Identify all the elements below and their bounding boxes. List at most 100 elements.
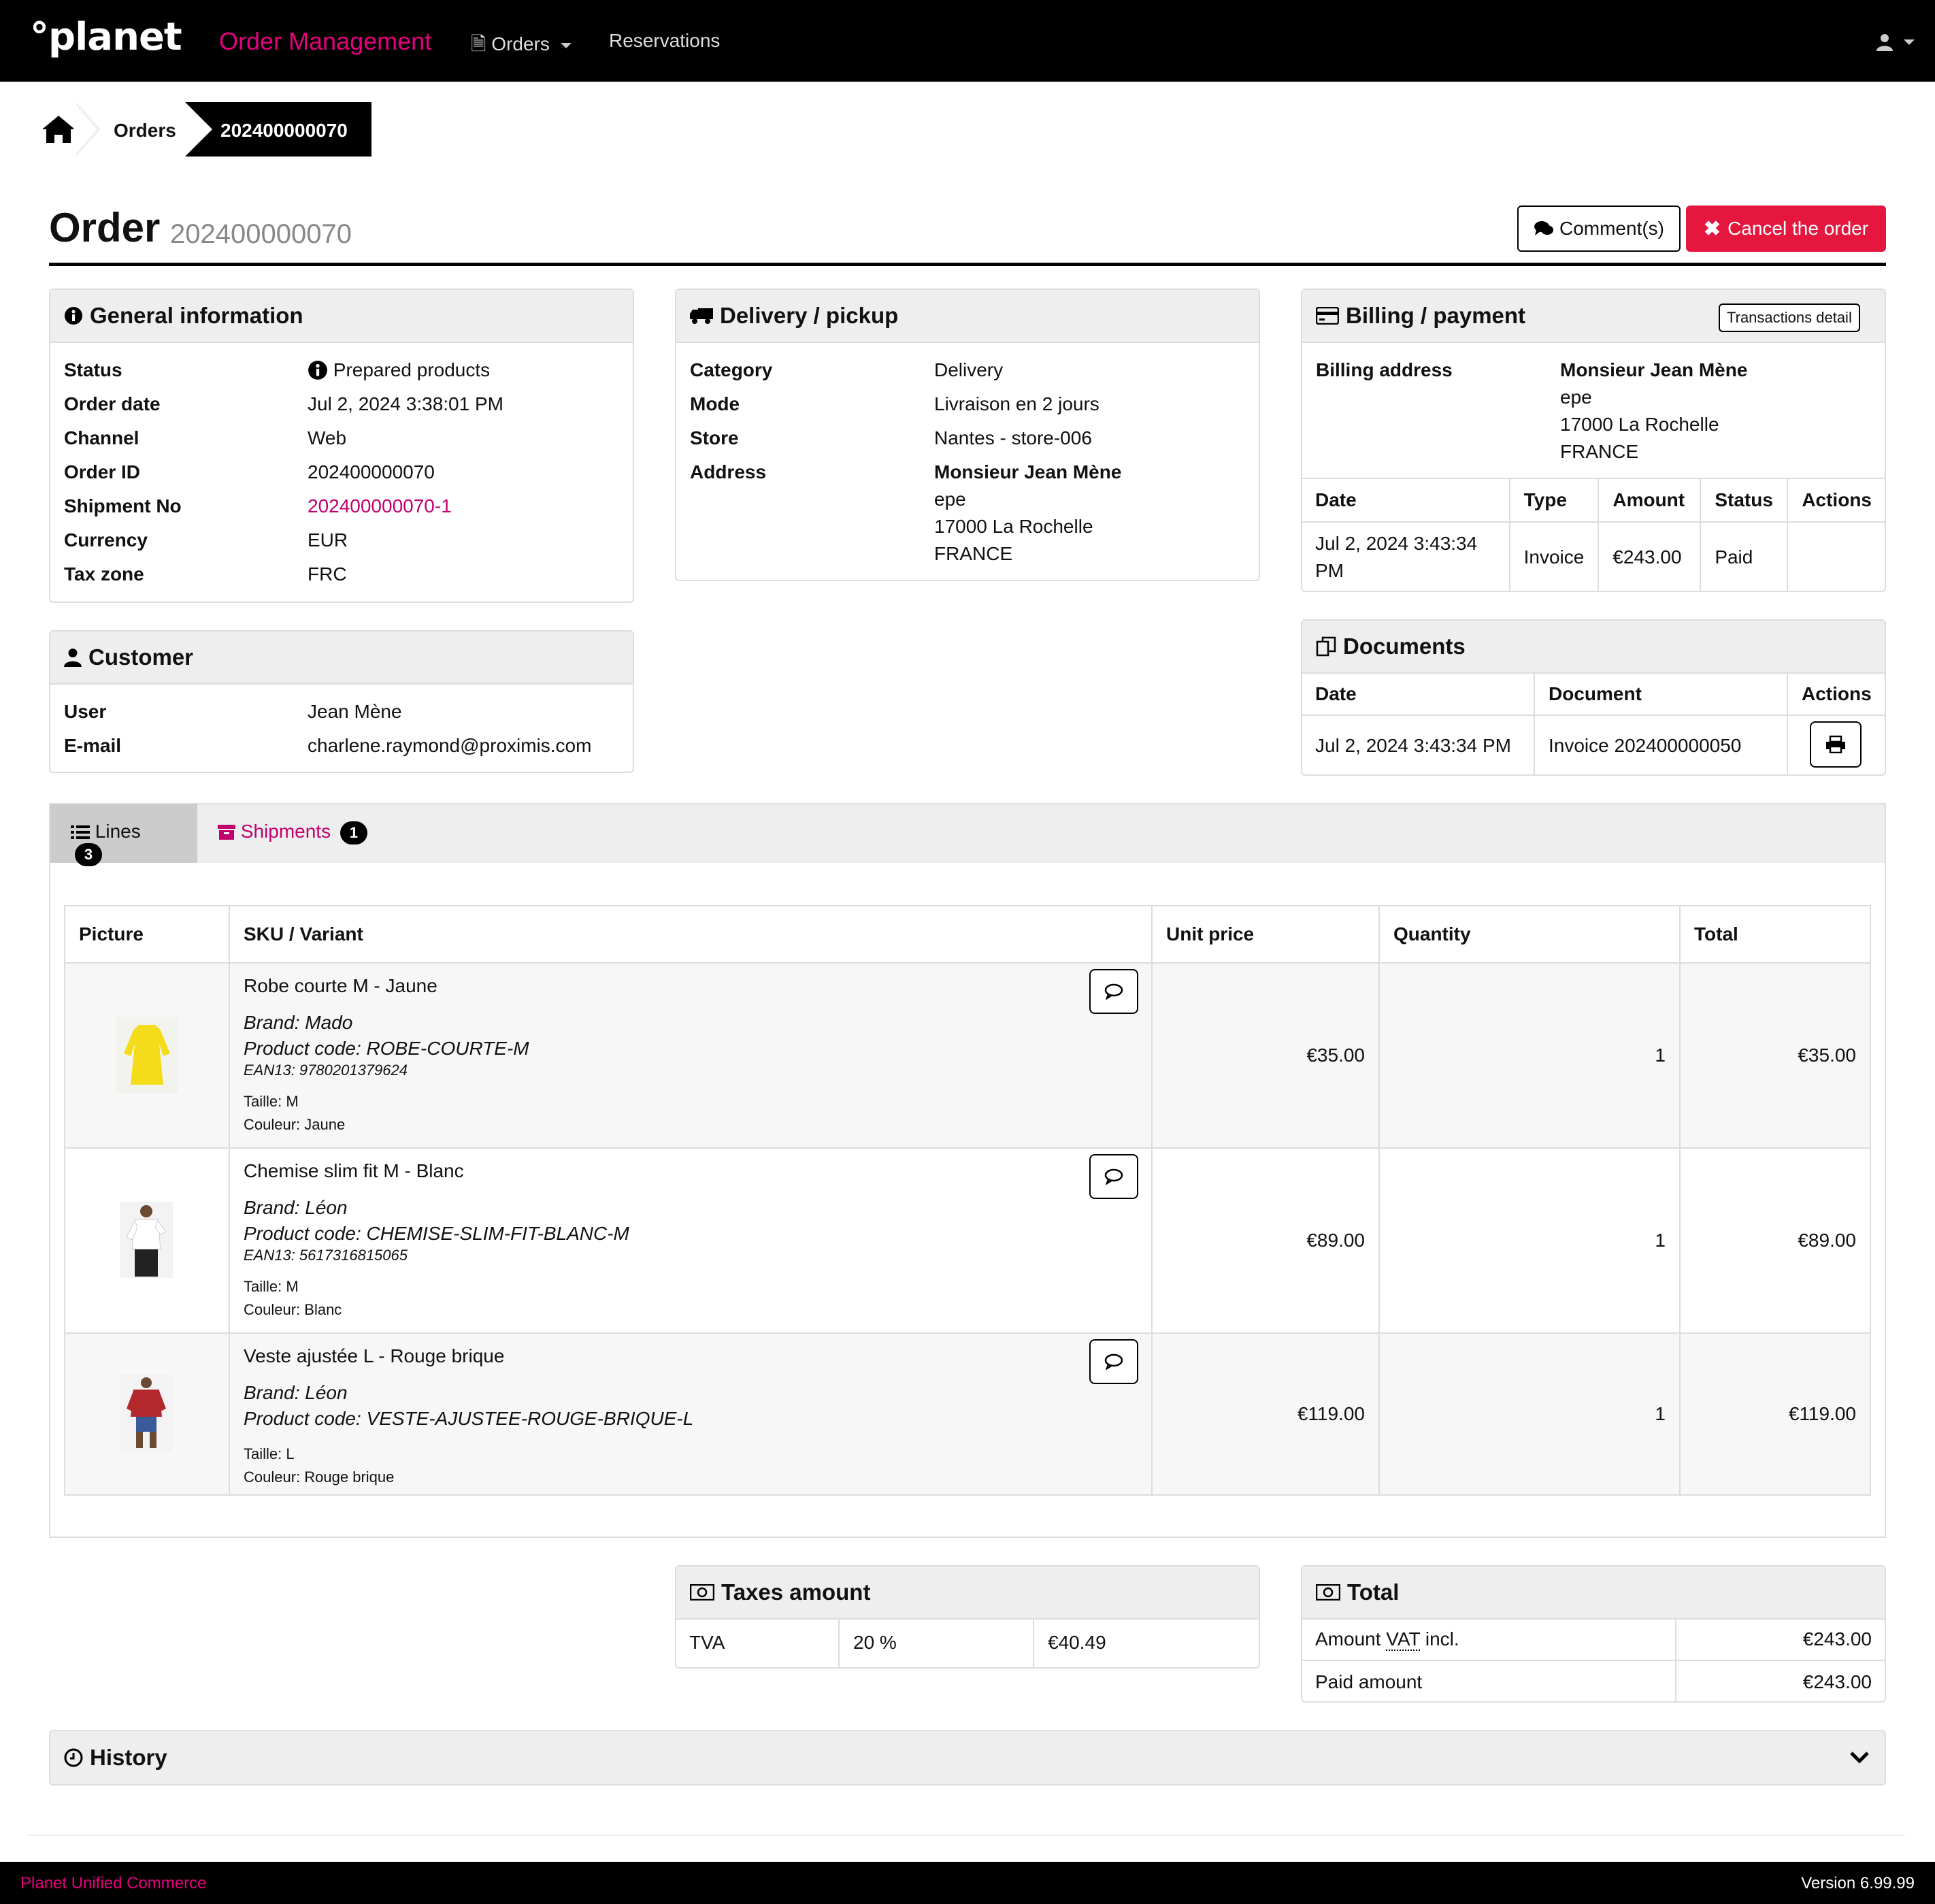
- status-value: Prepared products: [308, 359, 490, 381]
- tab-shipments[interactable]: Shipments 1: [197, 804, 388, 863]
- comment-icon: [1104, 1353, 1123, 1370]
- sku-cell: Chemise slim fit M - Blanc Brand: Léon P…: [229, 1147, 1153, 1334]
- channel-label: Channel: [64, 427, 139, 448]
- product-brand: Brand: Léon: [244, 1382, 348, 1403]
- home-icon: [42, 116, 75, 143]
- orders-menu-label: Orders: [491, 33, 550, 54]
- money-icon: [1316, 1584, 1340, 1601]
- store-value: Nantes - store-006: [934, 427, 1092, 448]
- unit-price: €119.00: [1151, 1332, 1380, 1496]
- archive-icon: [218, 825, 235, 840]
- unit-price: €35.00: [1151, 962, 1380, 1149]
- orders-menu[interactable]: 🗎 Orders: [471, 30, 572, 63]
- cancel-order-button[interactable]: ✖ Cancel the order: [1686, 206, 1886, 252]
- tab-lines[interactable]: Lines 3: [50, 804, 197, 866]
- product-brand: Brand: Mado: [244, 1012, 353, 1033]
- comment-icon: [1104, 983, 1123, 1000]
- documents-title: Documents: [1343, 634, 1466, 659]
- table-row: Veste ajustée L - Rouge brique Brand: Lé…: [64, 1332, 1871, 1496]
- product-code: Product code: CHEMISE-SLIM-FIT-BLANC-M: [244, 1223, 629, 1244]
- delivery-name: Monsieur Jean Mène: [934, 461, 1122, 482]
- product-brand: Brand: Léon: [244, 1197, 348, 1218]
- column-header: Date: [1302, 478, 1510, 523]
- column-header: Total: [1679, 905, 1871, 964]
- document-icon: 🗎: [471, 33, 486, 54]
- table-header-row: Date Document Actions: [1302, 672, 1885, 716]
- transactions-detail-button[interactable]: Transactions detail: [1719, 303, 1860, 332]
- line-comment-button[interactable]: [1089, 1154, 1138, 1199]
- documents-header: Documents: [1302, 621, 1885, 674]
- transaction-date-line: PM: [1315, 559, 1344, 581]
- user-icon: [1876, 33, 1893, 51]
- transaction-status: Paid: [1700, 521, 1789, 591]
- table-header-row: Picture SKU / Variant Unit price Quantit…: [64, 905, 1871, 964]
- product-color: Couleur: Jaune: [244, 1116, 346, 1133]
- line-total: €35.00: [1679, 962, 1871, 1149]
- delivery-header: Delivery / pickup: [676, 290, 1259, 343]
- breadcrumb-separator: [73, 102, 97, 157]
- close-icon: ✖: [1703, 217, 1721, 240]
- tab-lines-label: Lines: [95, 821, 141, 842]
- column-header: SKU / Variant: [229, 905, 1153, 964]
- email-value: charlene.raymond@proximis.com: [308, 735, 592, 756]
- column-header: Actions: [1787, 672, 1885, 716]
- reservations-link[interactable]: Reservations: [609, 30, 720, 52]
- taxes-title: Taxes amount: [721, 1579, 871, 1605]
- taxes-header: Taxes amount: [676, 1566, 1259, 1620]
- clock-icon: [64, 1748, 83, 1767]
- currency-value: EUR: [308, 529, 348, 551]
- transaction-type: Invoice: [1508, 521, 1600, 591]
- product-name: Veste ajustée L - Rouge brique: [244, 1345, 505, 1366]
- shipment-no-label: Shipment No: [64, 495, 182, 516]
- truck-icon: [690, 308, 713, 324]
- info-circle-icon: [308, 361, 327, 380]
- breadcrumb-current: 202400000070: [185, 102, 371, 157]
- vat-label-pre: Amount: [1315, 1628, 1387, 1649]
- line-comment-button[interactable]: [1089, 969, 1138, 1014]
- print-button[interactable]: [1810, 721, 1862, 768]
- breadcrumb-orders[interactable]: Orders: [114, 120, 176, 142]
- user-icon: [64, 649, 82, 667]
- product-ean: EAN13: 9780201379624: [244, 1062, 408, 1079]
- comments-button[interactable]: Comment(s): [1517, 206, 1681, 252]
- document-date: Jul 2, 2024 3:43:34 PM: [1302, 715, 1535, 775]
- unit-price: €89.00: [1151, 1147, 1380, 1334]
- paid-amount: €243.00: [1675, 1660, 1885, 1703]
- documents-table: Date Document Actions Jul 2, 2024 3:43:3…: [1302, 672, 1885, 775]
- chevron-down-icon: [560, 42, 572, 48]
- total-table: Amount VAT incl. €243.00 Paid amount €24…: [1302, 1618, 1885, 1703]
- product-size: Taille: M: [244, 1093, 299, 1110]
- product-code: Product code: ROBE-COURTE-M: [244, 1038, 529, 1059]
- status-label: Status: [64, 359, 122, 380]
- planet-logo[interactable]: °planet: [30, 15, 182, 59]
- paid-label: Paid amount: [1302, 1660, 1676, 1703]
- credit-card-icon: [1316, 307, 1339, 325]
- delivery-address-line: FRANCE: [934, 543, 1013, 564]
- vat-label: Amount VAT incl.: [1302, 1618, 1676, 1661]
- line-comment-button[interactable]: [1089, 1339, 1138, 1384]
- history-header: History: [64, 1745, 167, 1771]
- transaction-date: Jul 2, 2024 3:43:34 PM: [1302, 521, 1510, 591]
- sku-cell: Veste ajustée L - Rouge brique Brand: Lé…: [229, 1332, 1153, 1496]
- mode-value: Livraison en 2 jours: [934, 393, 1099, 414]
- history-panel[interactable]: History: [49, 1730, 1886, 1786]
- user-menu[interactable]: [1876, 30, 1915, 52]
- app-name-link[interactable]: Order Management: [219, 27, 431, 56]
- billing-address-line: FRANCE: [1560, 441, 1639, 462]
- column-header: Picture: [64, 905, 230, 964]
- order-number: 202400000070: [170, 219, 352, 249]
- general-information-header: General information: [50, 290, 633, 343]
- history-title: History: [90, 1745, 167, 1770]
- mode-label: Mode: [690, 393, 740, 414]
- vat-amount: €243.00: [1675, 1618, 1885, 1661]
- user-value: Jean Mène: [308, 701, 402, 722]
- tax-zone-value: FRC: [308, 563, 347, 585]
- vat-label-post: incl.: [1420, 1628, 1459, 1649]
- table-row: Amount VAT incl. €243.00: [1302, 1618, 1885, 1661]
- tax-amount: €40.49: [1033, 1618, 1259, 1667]
- product-image-yellow-dress: [116, 1017, 178, 1093]
- order-id-label: Order ID: [64, 461, 141, 482]
- shipment-no-link[interactable]: 202400000070-1: [308, 495, 452, 517]
- column-header: Type: [1508, 478, 1600, 523]
- category-value: Delivery: [934, 359, 1004, 380]
